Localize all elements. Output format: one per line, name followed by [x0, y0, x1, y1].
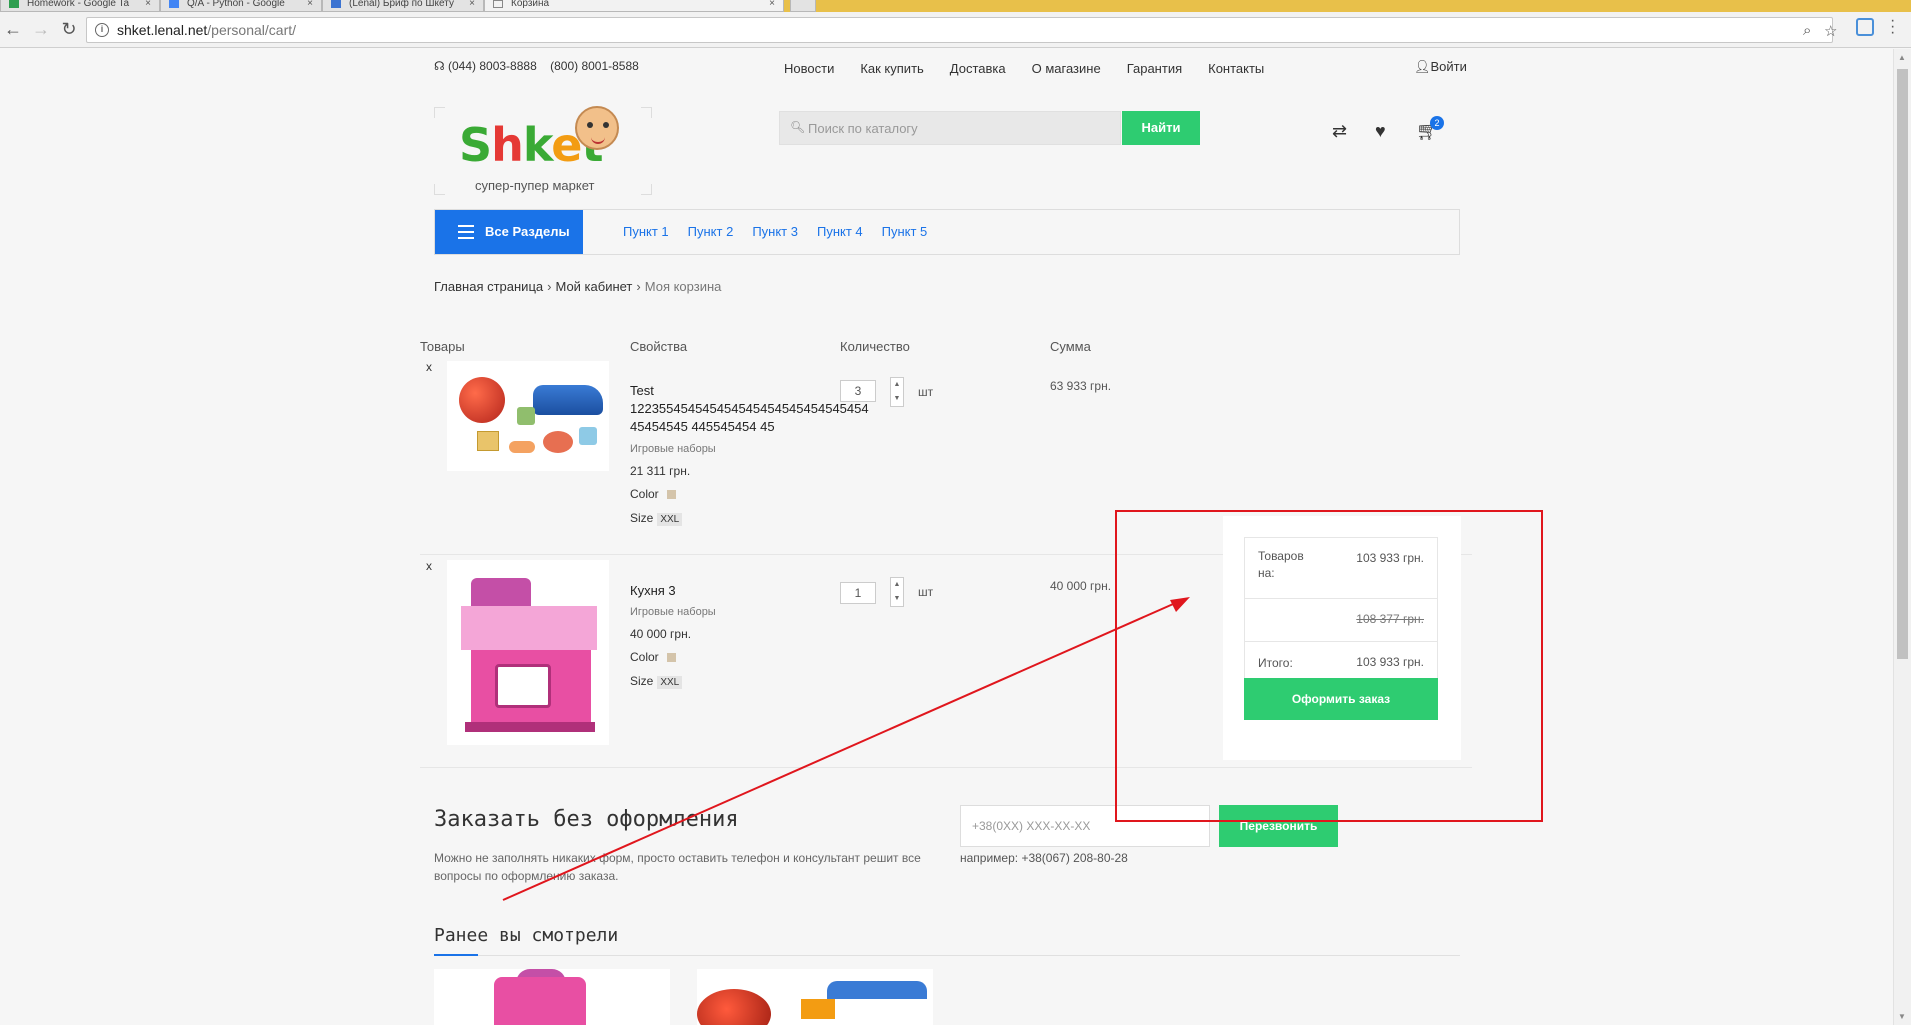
close-icon[interactable]: × — [307, 0, 313, 9]
page-icon — [493, 0, 503, 8]
tab-label: Homework - Google Ta — [27, 0, 130, 9]
url-path: /personal/cart/ — [207, 22, 297, 38]
scroll-down-icon[interactable]: ▼ — [1898, 1012, 1906, 1021]
scrollbar-thumb[interactable] — [1897, 69, 1908, 659]
tab-label: Корзина — [511, 0, 550, 9]
browser-tab-active[interactable]: Корзина × — [484, 0, 784, 12]
annotation-arrow — [502, 597, 1190, 901]
browser-menu-icon[interactable]: · · · — [1890, 13, 1895, 41]
sheets-icon — [9, 0, 19, 8]
browser-tab[interactable]: Homework - Google Ta × — [0, 0, 160, 12]
address-bar[interactable]: i shket.lenal.net/personal/cart/ ⌕ ☆ — [86, 17, 1837, 43]
extension-icon[interactable] — [1856, 18, 1874, 36]
browser-tab[interactable]: (Lenal) Бриф по Шкету × — [322, 0, 484, 12]
back-icon[interactable]: ← — [2, 18, 24, 40]
browser-toolbar: ← → ↻ i shket.lenal.net/personal/cart/ ⌕… — [0, 12, 1911, 48]
reload-icon[interactable]: ↻ — [58, 18, 80, 40]
browser-tab[interactable]: Q/A - Python - Google × — [160, 0, 322, 12]
url-text[interactable]: shket.lenal.net/personal/cart/ — [117, 22, 296, 38]
forward-icon[interactable]: → — [30, 18, 52, 40]
browser-tabstrip: Homework - Google Ta × Q/A - Python - Goo… — [0, 0, 1911, 12]
tab-label: (Lenal) Бриф по Шкету — [349, 0, 454, 9]
tab-label: Q/A - Python - Google — [187, 0, 285, 9]
zoom-icon[interactable]: ⌕ — [1803, 22, 1811, 39]
info-icon[interactable]: i — [95, 23, 109, 37]
close-icon[interactable]: × — [769, 0, 775, 9]
close-icon[interactable]: × — [145, 0, 151, 9]
bookmark-star-icon[interactable]: ☆ — [1824, 22, 1837, 40]
scroll-up-icon[interactable]: ▲ — [1898, 53, 1906, 62]
google-icon — [169, 0, 179, 8]
page-viewport: ☊ (044) 8003-8888 (800) 8001-8588 Новост… — [0, 49, 1893, 1025]
page-scrollbar[interactable]: ▲ ▼ — [1893, 49, 1911, 1025]
new-tab-button[interactable] — [790, 0, 816, 12]
url-host: shket.lenal.net — [117, 22, 208, 38]
docs-icon — [331, 0, 341, 8]
close-icon[interactable]: × — [469, 0, 475, 9]
